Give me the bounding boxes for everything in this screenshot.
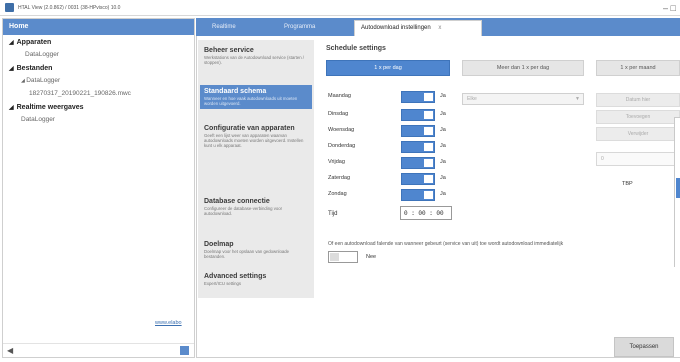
menu-item-title: Advanced settings [204, 273, 267, 280]
toggle-knob [424, 127, 433, 135]
menu-item-title: Standaard schema [204, 88, 267, 95]
day-label: Zaterdag [328, 175, 351, 181]
tree-group-label: Realtime weergaves [16, 104, 84, 111]
menu-item-advanced-settings[interactable]: Advanced settings Expert/ICU settings [200, 270, 312, 289]
delete-button[interactable]: Verwijder [596, 127, 680, 141]
tab-realtime[interactable]: Realtime [206, 20, 242, 36]
mode-once-per-month-button[interactable]: 1 x per maand [596, 60, 680, 76]
toggle-knob [330, 253, 339, 261]
time-input[interactable]: 0 : 00 : 00 [400, 206, 452, 220]
menu-item-title: Doelmap [204, 241, 234, 248]
collapse-triangle-icon[interactable]: ◢ [9, 39, 14, 46]
immediate-download-value: Nee [366, 254, 377, 260]
tree-group-realtime[interactable]: ◢ Realtime weergaves [3, 100, 194, 113]
day-label: Zondag [328, 191, 347, 197]
day-toggle-value: Ja [440, 127, 446, 133]
menu-item-title: Configuratie van apparaten [204, 125, 295, 132]
tab-label: Autodownload instellingen [361, 25, 431, 31]
menu-item-desc: Expert/ICU settings [204, 281, 242, 286]
tab-programma[interactable]: Programma [278, 20, 321, 36]
menu-item-desc: Geeft een lijst weer van apparaten waarv… [204, 133, 304, 148]
menu-item-standaard-schema[interactable]: Standaard schema Wanneer en hoe vaak aut… [200, 85, 312, 109]
window-title: HTAL View (2.0.862) / 0031 (38-HPvisco) … [18, 4, 121, 11]
scroll-thumb[interactable] [180, 346, 189, 355]
month-day-input[interactable]: 0 [596, 152, 680, 166]
tree-item-datalogger[interactable]: DataLogger [3, 113, 194, 126]
day-toggle[interactable] [401, 141, 435, 153]
tree-group-label: Bestanden [16, 65, 53, 72]
interval-dropdown[interactable]: Elke ▼ [462, 93, 584, 105]
website-link[interactable]: www.elabo [155, 320, 182, 326]
menu-item-title: Beheer service [204, 47, 254, 54]
day-toggle-value: Ja [440, 175, 446, 181]
chevron-down-icon: ▼ [575, 96, 580, 102]
tab-bar: Realtime Programma Autodownload instelli… [196, 18, 680, 36]
title-bar: HTAL View (2.0.862) / 0031 (38-HPvisco) … [0, 0, 680, 16]
tree-item-datalogger[interactable]: DataLogger [3, 48, 194, 61]
apply-button[interactable]: Toepassen [614, 337, 674, 357]
day-toggle-value: Ja [440, 143, 446, 149]
tree-group-label: Apparaten [16, 39, 52, 46]
tree-item-label: DataLogger [26, 77, 61, 84]
day-toggle-value: Ja [440, 191, 446, 197]
day-toggle[interactable] [401, 109, 435, 121]
menu-item-desc: Wanneer en hoe vaak autodownloads uit mo… [204, 96, 298, 106]
collapse-triangle-icon[interactable]: ◢ [9, 104, 14, 111]
day-toggle-value: Ja [440, 159, 446, 165]
day-toggle[interactable] [401, 173, 435, 185]
tbp-label: TBP [622, 181, 633, 187]
toggle-knob [424, 175, 433, 183]
day-label: Woensdag [328, 127, 355, 133]
immediate-download-hint: Of een autodownload falende van wanneer … [328, 241, 564, 247]
overlapping-panel-edge [674, 117, 680, 267]
sidebar: Home ◢ Apparaten DataLogger ◢ Bestanden … [2, 18, 195, 358]
sidebar-home-header[interactable]: Home [3, 19, 194, 35]
menu-item-title: Database connectie [204, 198, 270, 205]
toggle-knob [424, 191, 433, 199]
day-toggle[interactable] [401, 189, 435, 201]
menu-item-desc: Doelmap voor het opslaan van gedownloade… [204, 249, 290, 259]
menu-item-desc: Werkstations van de Autodownload service… [204, 55, 304, 65]
panel-accent [676, 178, 680, 198]
sidebar-scrollbar[interactable]: ◀ [3, 343, 194, 357]
menu-item-beheer-service[interactable]: Beheer service Werkstations van de Autod… [200, 44, 312, 68]
toggle-knob [424, 159, 433, 167]
day-toggle-value: Ja [440, 111, 446, 117]
day-label: Maandag [328, 93, 351, 99]
close-tab-icon[interactable]: x [438, 25, 441, 31]
tree-group-bestanden[interactable]: ◢ Bestanden [3, 61, 194, 74]
collapse-triangle-icon[interactable]: ◢ [9, 65, 14, 72]
day-toggle[interactable] [401, 91, 435, 103]
day-label: Dinsdag [328, 111, 349, 117]
toggle-knob [424, 143, 433, 151]
app-icon [5, 3, 14, 12]
add-button[interactable]: Toevoegen [596, 110, 680, 124]
menu-item-doelmap[interactable]: Doelmap Doelmap voor het opslaan van ged… [200, 238, 312, 262]
mode-multiple-per-day-button[interactable]: Meer dan 1 x per dag [462, 60, 584, 76]
schedule-settings-title: Schedule settings [326, 45, 386, 52]
tree-item-datalogger[interactable]: ◢ DataLogger [3, 74, 194, 87]
date-button[interactable]: Datum hier [596, 93, 680, 107]
menu-item-database-connectie[interactable]: Database connectie Configureer de databa… [200, 195, 312, 219]
window-controls[interactable]: – □ [663, 3, 676, 13]
mode-once-per-day-button[interactable]: 1 x per dag [326, 60, 450, 76]
time-label: Tijd [328, 211, 338, 217]
tree-item-file[interactable]: 18270317_20190221_190826.mwc [3, 87, 194, 100]
day-label: Vrijdag [328, 159, 345, 165]
day-toggle-value: Ja [440, 93, 446, 99]
day-toggle[interactable] [401, 157, 435, 169]
tree-group-apparaten[interactable]: ◢ Apparaten [3, 35, 194, 48]
settings-menu: Beheer service Werkstations van de Autod… [198, 40, 314, 298]
dropdown-value: Elke [467, 96, 477, 102]
scroll-left-icon[interactable]: ◀ [7, 346, 13, 355]
immediate-download-toggle[interactable] [328, 251, 358, 263]
day-label: Donderdag [328, 143, 356, 149]
toggle-knob [424, 93, 433, 101]
menu-item-configuratie[interactable]: Configuratie van apparaten Geeft een lij… [200, 122, 312, 151]
day-toggle[interactable] [401, 125, 435, 137]
toggle-knob [424, 111, 433, 119]
menu-item-desc: Configureer de database-verbinding voor … [204, 206, 283, 216]
tab-autodownload-settings[interactable]: Autodownload instellingen x [354, 20, 482, 36]
